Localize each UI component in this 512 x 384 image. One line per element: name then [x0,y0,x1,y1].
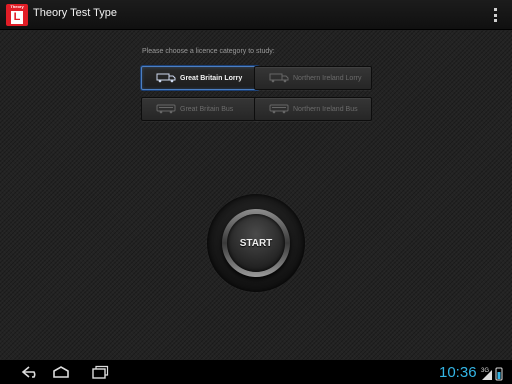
category-label: Great Britain Lorry [180,74,243,82]
action-bar: Theory L Theory Test Type [0,0,512,30]
bus-icon [156,104,176,114]
start-button-ring: START [222,209,290,277]
category-label: Northern Ireland Lorry [293,74,362,82]
lorry-icon [269,73,289,83]
category-button-gb-bus[interactable]: Great Britain Bus [141,97,259,121]
category-label: Northern Ireland Bus [293,105,358,113]
category-prompt: Please choose a licence category to stud… [142,48,275,55]
overflow-menu-icon[interactable] [491,7,499,23]
back-icon[interactable] [20,365,42,379]
battery-icon [497,372,501,379]
bus-icon [269,104,289,114]
app-logo-letter: L [11,11,23,24]
category-button-gb-lorry[interactable]: Great Britain Lorry [141,66,259,90]
lorry-icon [156,73,176,83]
home-icon[interactable] [52,365,70,379]
page-title: Theory Test Type [33,7,117,19]
category-button-ni-bus[interactable]: Northern Ireland Bus [254,97,372,121]
start-button-bezel: START [207,194,305,292]
status-clock: 10:36 [439,364,477,381]
start-button[interactable]: START [227,214,285,272]
recent-apps-icon[interactable] [91,365,109,379]
system-navigation-bar [0,360,512,384]
app-logo-top-text: Theory [10,4,24,9]
network-signal-icon: 3G [481,367,503,381]
network-type-text: 3G [481,368,489,374]
category-button-ni-lorry[interactable]: Northern Ireland Lorry [254,66,372,90]
app-logo-icon[interactable]: Theory L [6,4,28,26]
category-label: Great Britain Bus [180,105,234,113]
